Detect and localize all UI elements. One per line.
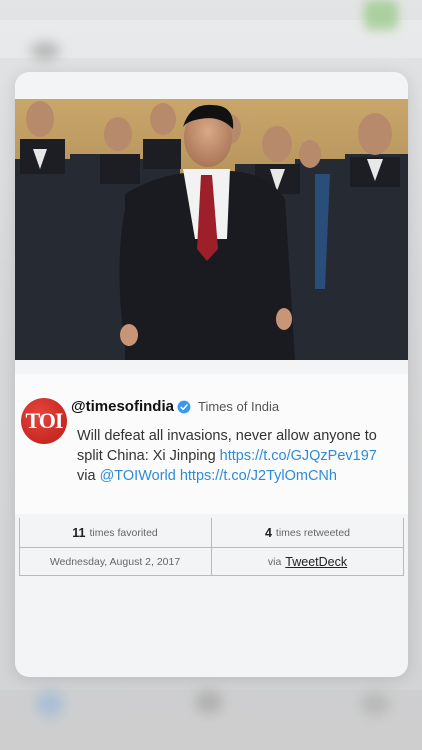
avatar[interactable]: TOI — [21, 398, 67, 444]
tweet-source: via TweetDeck — [212, 548, 403, 576]
blurred-shape — [360, 692, 390, 716]
tweet-date-text: Wednesday, August 2, 2017 — [49, 556, 181, 568]
tweet-body: TOI @timesofindia Times of India Will de… — [15, 374, 408, 514]
retweets-count: 4 — [264, 526, 272, 540]
tweet-preview-card[interactable]: TOI @timesofindia Times of India Will de… — [15, 72, 408, 677]
mention-link[interactable]: @TOIWorld — [100, 468, 176, 484]
user-handle[interactable]: @timesofindia — [71, 398, 174, 415]
source-link[interactable]: TweetDeck — [285, 555, 347, 569]
via-label: via — [77, 468, 96, 484]
tweet-date: Wednesday, August 2, 2017 — [19, 548, 211, 576]
blurred-shape — [364, 0, 398, 30]
tweet-photo[interactable] — [15, 99, 408, 360]
retweets-label: times retweeted — [275, 527, 351, 539]
favorites-stat[interactable]: 11 times favorited — [19, 519, 211, 547]
tweet-text: Will defeat all invasions, never allow a… — [77, 426, 402, 486]
verified-badge-icon — [177, 400, 191, 413]
tweet-header: @timesofindia Times of India — [71, 398, 279, 415]
favorites-count: 11 — [72, 526, 86, 540]
tweet-photo-image — [15, 99, 408, 360]
blurred-shape — [195, 690, 223, 714]
tweet-link[interactable]: https://t.co/J2TylOmCNh — [180, 468, 337, 484]
display-name: Times of India — [197, 399, 280, 414]
avatar-logo-text: TOI — [25, 408, 64, 433]
tweet-stats: 11 times favorited 4 times retweeted Wed… — [19, 518, 404, 576]
favorites-label: times favorited — [89, 527, 158, 539]
tweet-link[interactable]: https://t.co/GJQzPev197 — [220, 448, 377, 464]
source-prefix: via — [267, 556, 282, 568]
blurred-shape — [36, 690, 64, 718]
blurred-shape — [30, 42, 60, 60]
retweets-stat[interactable]: 4 times retweeted — [212, 519, 403, 547]
blurred-bar — [0, 20, 422, 58]
